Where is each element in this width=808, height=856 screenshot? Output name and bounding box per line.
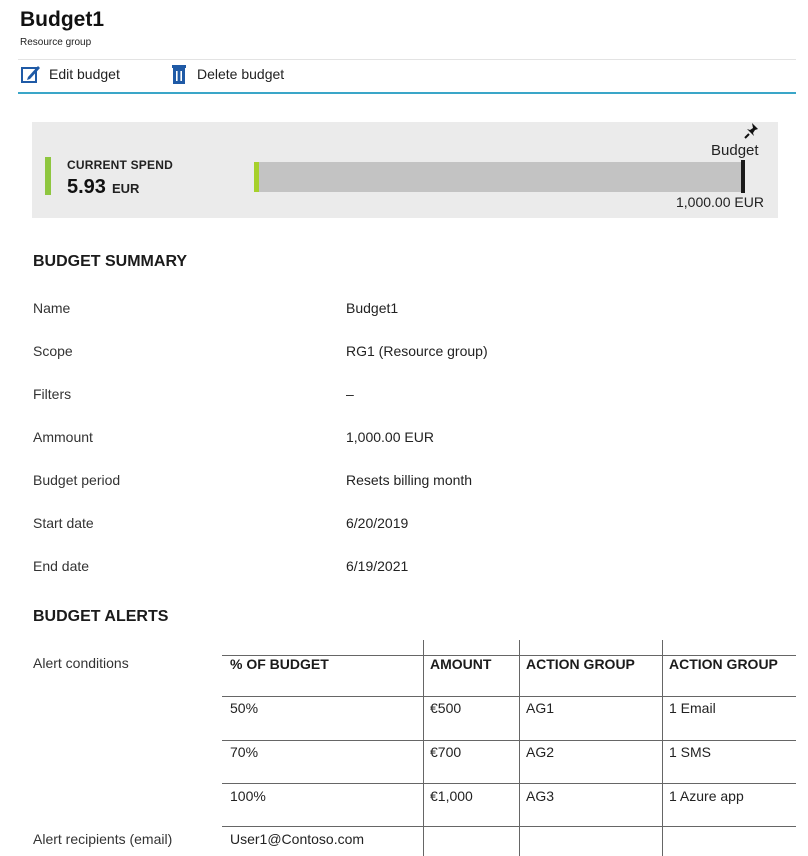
spend-accent-bar (45, 157, 51, 195)
budget-alerts-heading: BUDGET ALERTS (33, 608, 169, 625)
alert-conditions-label: Alert conditions (33, 655, 129, 671)
edit-icon (20, 63, 42, 85)
summary-value-budget-period: Resets billing month (346, 472, 473, 488)
table-header-action-group-type: ACTION GROUP (669, 656, 778, 672)
spend-progress-fill (254, 162, 259, 192)
table-cell-action-type: 1 Azure app (669, 788, 744, 804)
table-divider (423, 640, 424, 856)
table-cell-amount: €700 (430, 744, 462, 760)
edit-budget-label: Edit budget (49, 66, 120, 82)
spend-progress-track (254, 162, 742, 192)
table-divider (222, 696, 796, 697)
pin-icon[interactable] (743, 122, 761, 140)
summary-label-name: Name (33, 300, 71, 316)
page-title: Budget1 (20, 8, 104, 31)
current-spend-amount: 5.93 EUR (67, 176, 139, 199)
current-spend-currency: EUR (111, 181, 140, 196)
summary-label-scope: Scope (33, 343, 73, 359)
page-subtitle: Resource group (20, 37, 92, 48)
table-header-action-group: ACTION GROUP (526, 656, 635, 672)
summary-label-end-date: End date (33, 558, 90, 574)
table-divider (222, 783, 796, 784)
table-divider (662, 640, 663, 856)
table-cell-action-group: AG2 (526, 744, 555, 760)
summary-value-amount: 1,000.00 EUR (346, 429, 434, 445)
summary-value-scope: RG1 (Resource group) (346, 343, 488, 359)
current-spend-label: CURRENT SPEND (67, 158, 173, 172)
edit-budget-button[interactable]: Edit budget (20, 62, 120, 86)
summary-label-amount: Ammount (33, 429, 93, 445)
table-cell-action-group: AG1 (526, 700, 555, 716)
alert-recipients-label: Alert recipients (email) (33, 831, 173, 847)
summary-label-start-date: Start date (33, 515, 94, 531)
toolbar-divider (18, 92, 796, 94)
table-cell-percent: 70% (230, 744, 259, 760)
summary-value-name: Budget1 (346, 300, 399, 316)
summary-label-filters: Filters (33, 386, 72, 402)
budget-label: Budget (711, 142, 759, 159)
alert-recipient-email: User1@Contoso.com (230, 831, 365, 847)
table-cell-action-group: AG3 (526, 788, 555, 804)
trash-icon (168, 63, 190, 85)
table-cell-action-type: 1 SMS (669, 744, 712, 760)
table-cell-amount: €500 (430, 700, 462, 716)
table-header-percent: % OF BUDGET (230, 656, 329, 672)
table-cell-action-type: 1 Email (669, 700, 716, 716)
budget-summary-heading: BUDGET SUMMARY (33, 253, 188, 270)
budget-amount: 1,000.00 EUR (676, 194, 764, 210)
summary-value-filters: – (346, 386, 354, 402)
table-cell-percent: 100% (230, 788, 266, 804)
table-divider (222, 740, 796, 741)
summary-label-budget-period: Budget period (33, 472, 121, 488)
table-divider (519, 640, 520, 856)
budget-marker (741, 160, 745, 193)
delete-budget-button[interactable]: Delete budget (168, 62, 284, 86)
alert-conditions-table: % OF BUDGET AMOUNT ACTION GROUP ACTION G… (222, 640, 796, 856)
delete-budget-label: Delete budget (197, 66, 285, 82)
table-cell-amount: €1,000 (430, 788, 473, 804)
summary-value-end-date: 6/19/2021 (346, 558, 409, 574)
table-cell-percent: 50% (230, 700, 259, 716)
current-spend-value: 5.93 (67, 176, 106, 198)
table-divider (222, 826, 796, 827)
summary-value-start-date: 6/20/2019 (346, 515, 409, 531)
toolbar-top-divider (18, 59, 796, 60)
table-header-amount: AMOUNT (430, 656, 492, 672)
